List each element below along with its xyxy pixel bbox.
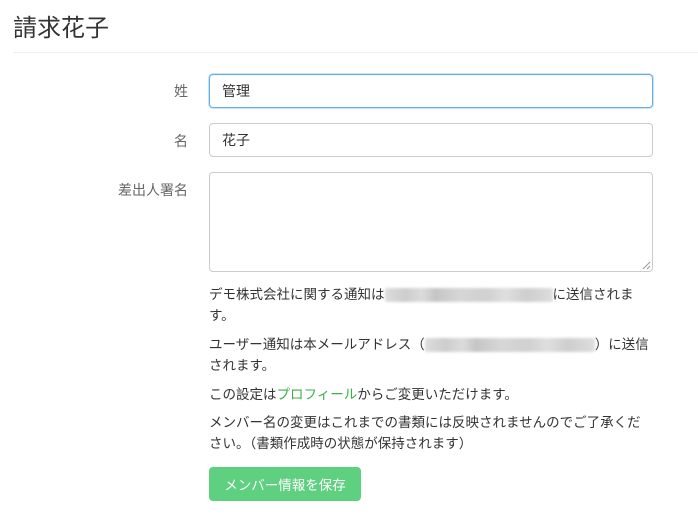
settings-note-suffix: からご変更いただけます。 <box>357 387 518 403</box>
company-notice-text: デモ株式会社に関する通知は に送信されます。 <box>209 285 649 327</box>
title-divider <box>13 52 698 53</box>
first-name-input[interactable] <box>209 123 653 157</box>
name-change-note: メンバー名の変更はこれまでの書類には反映されませんのでご了承ください。（書類作成… <box>209 415 641 452</box>
last-name-input[interactable] <box>209 74 653 108</box>
settings-note-text: この設定はプロフィールからご変更いただけます。 <box>209 385 649 406</box>
page-title: 請求花子 <box>13 14 109 42</box>
last-name-label: 姓 <box>174 84 188 100</box>
sender-name-label: 差出人署名 <box>118 183 188 199</box>
user-notice-prefix: ユーザー通知は本メールアドレス（ <box>209 337 425 353</box>
profile-link[interactable]: プロフィール <box>277 387 358 403</box>
resize-grip-icon[interactable] <box>642 261 651 270</box>
redacted-email-block <box>424 338 595 352</box>
company-notice-prefix: デモ株式会社に関する通知は <box>209 287 385 303</box>
sender-name-textarea[interactable] <box>209 172 653 272</box>
redacted-email-block <box>384 288 553 302</box>
first-name-label: 名 <box>174 134 188 150</box>
settings-note-prefix: この設定は <box>209 387 277 403</box>
save-member-button[interactable]: メンバー情報を保存 <box>209 467 361 501</box>
user-notice-text: ユーザー通知は本メールアドレス（ ）に送信されます。 <box>209 335 649 377</box>
member-edit-page: 請求花子 姓 名 差出人署名 デモ株式会社に関する通知はに送信されます。 ユーザ… <box>0 0 698 518</box>
